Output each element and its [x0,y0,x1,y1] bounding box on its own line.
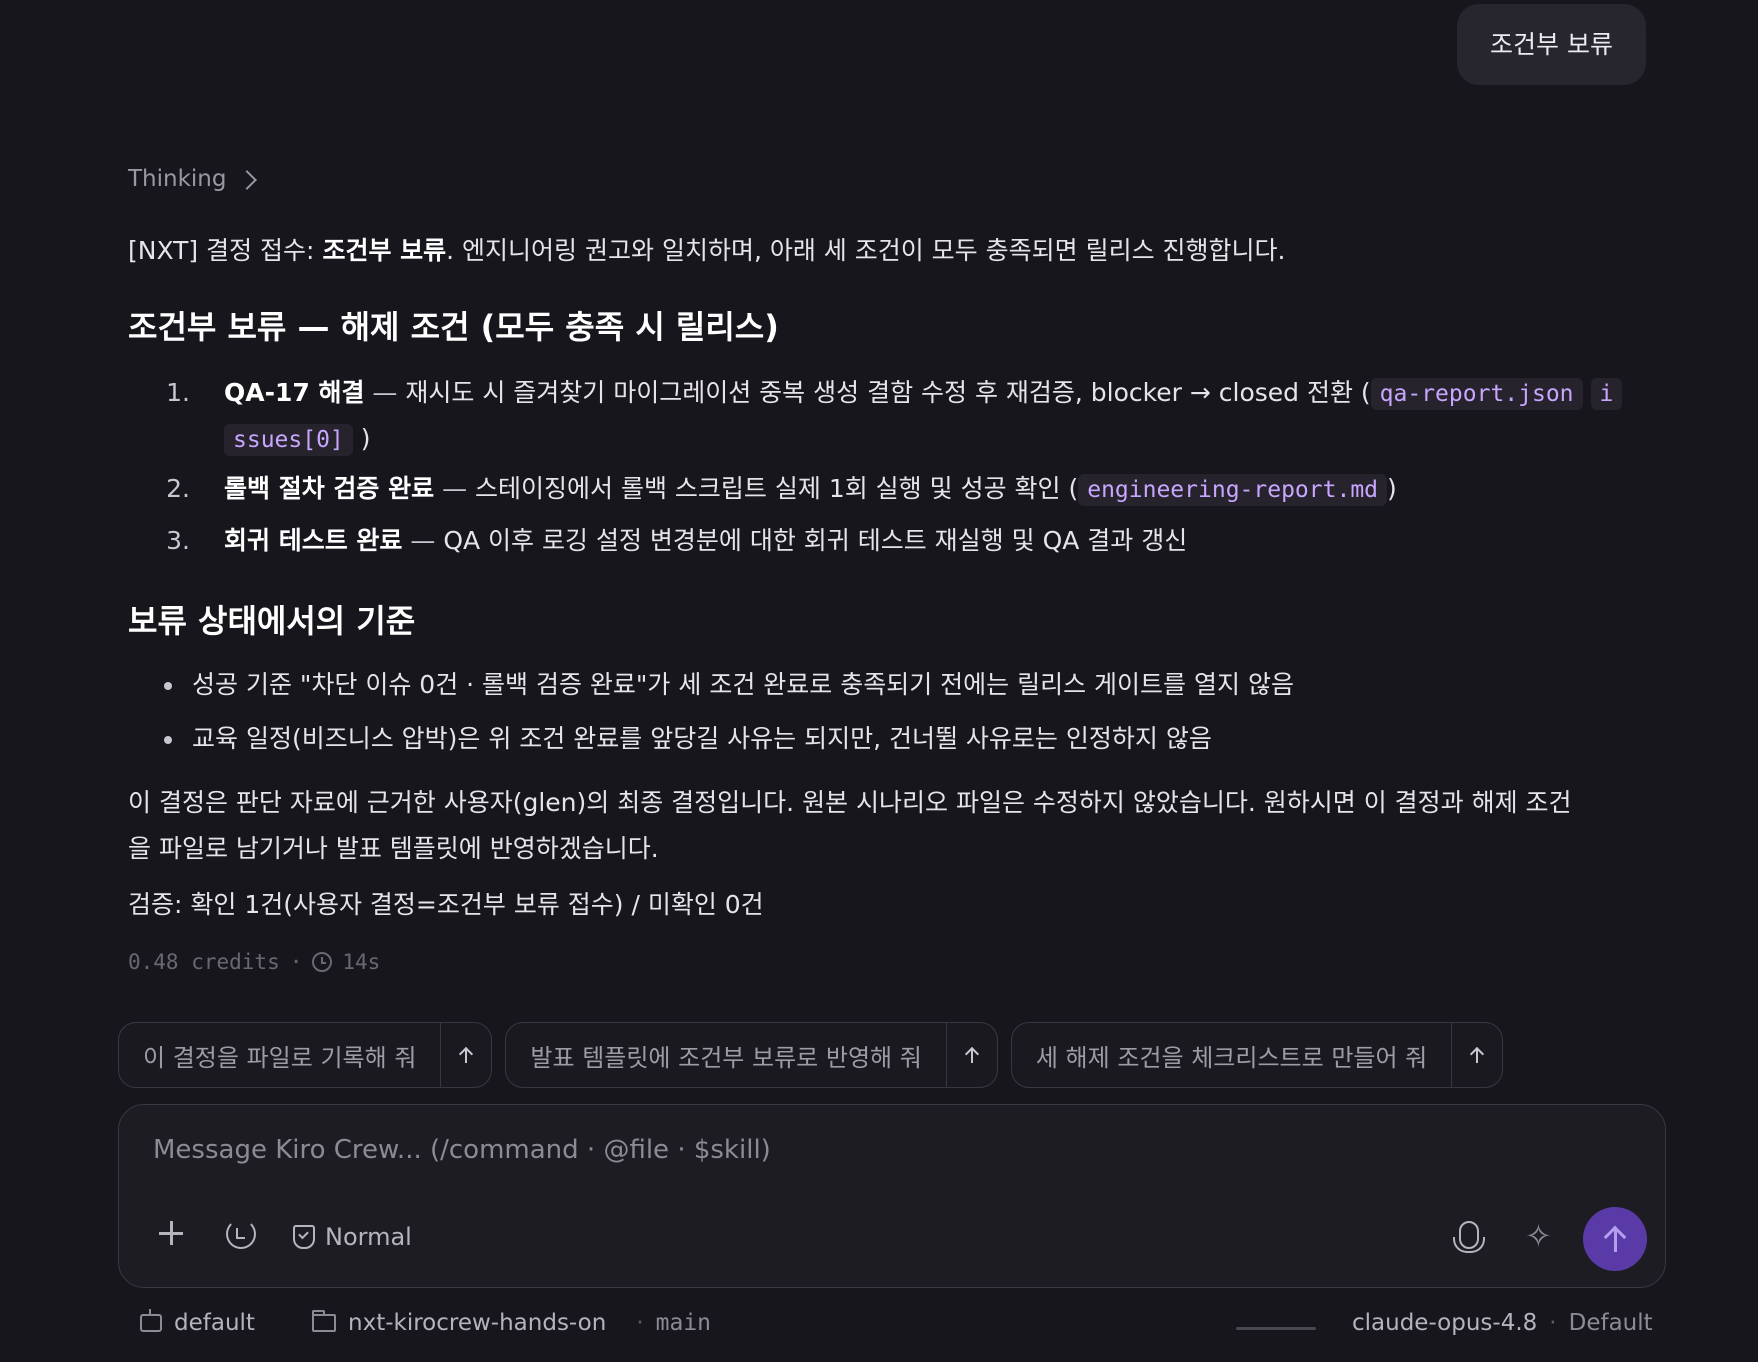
message-composer: Normal ✧ [118,1104,1666,1288]
bullet [164,736,172,744]
code-file-ref: qa-report.json [1370,378,1583,410]
condition-title: QA-17 해결 [224,378,365,407]
closing-line-2: 을 파일로 남기거나 발표 템플릿에 반영하겠습니다. [128,834,659,863]
user-message-bubble: 조건부 보류 [1457,4,1646,85]
add-attachment-button[interactable] [157,1219,185,1247]
agent-name: default [174,1310,255,1336]
suggestion-label[interactable]: 발표 템플릿에 조건부 보류로 반영해 줘 [506,1023,945,1087]
separator: · [636,1310,644,1336]
code-field-ref-part1: i [1590,378,1623,410]
list-number: 1. [166,378,190,407]
thinking-toggle[interactable]: Thinking [128,166,258,192]
close-paren: ) [1387,474,1397,503]
model-name: claude-opus-4.8 [1352,1310,1538,1336]
suggestion-label[interactable]: 이 결정을 파일로 기록해 줘 [119,1023,440,1087]
credits-used: 0.48 credits [128,950,280,974]
model-mode: Default [1568,1310,1653,1336]
code-file-ref: engineering-report.md [1078,474,1388,506]
criteria-text: 교육 일정(비즈니스 압박)은 위 조건 완료를 앞당길 사유는 되지만, 건너… [192,724,1212,753]
code-field-ref-part2: ssues[0] [224,424,353,456]
dash: — [364,378,406,407]
section-heading-hold-criteria: 보류 상태에서의 기준 [128,602,416,640]
clock-icon [312,952,333,972]
suggestion-chips: 이 결정을 파일로 기록해 줘 발표 템플릿에 조건부 보류로 반영해 줘 세 … [118,1022,1504,1088]
bullet [164,682,172,690]
model-selector[interactable]: claude-opus-4.8 · Default [1352,1310,1653,1336]
list-item-text-cont: ssues[0] ) [224,416,1684,463]
condition-text: 재시도 시 즐겨찾기 마이그레이션 중복 생성 결함 수정 후 재검증, blo… [405,378,1371,407]
workspace-folder[interactable]: nxt-kirocrew-hands-on · main [312,1310,711,1336]
list-number: 2. [166,474,190,503]
suggestion-send-button[interactable] [945,1023,997,1087]
microphone-icon-base [1453,1237,1485,1253]
message-meta: 0.48 credits · 14s [128,950,380,974]
condition-title: 회귀 테스트 완료 [224,526,403,555]
mode-selector[interactable]: Normal [293,1223,412,1251]
context-usage-bar [1236,1327,1316,1330]
suggestion-label[interactable]: 세 해제 조건을 체크리스트로 만들어 줘 [1012,1023,1451,1087]
list-item-text: QA-17 해결 — 재시도 시 즐겨찾기 마이그레이션 중복 생성 결함 수정… [224,370,1684,417]
git-branch: main [655,1310,712,1336]
list-item-text: 롤백 절차 검증 완료 — 스테이징에서 롤백 스크립트 실제 1회 실행 및 … [224,466,1684,513]
shield-icon [293,1225,315,1249]
intro-bold: 조건부 보류 [322,236,447,265]
suggestion-chip[interactable]: 이 결정을 파일로 기록해 줘 [118,1022,493,1088]
status-bar: default nxt-kirocrew-hands-on · main cla… [0,1309,1758,1346]
intro-paragraph: [NXT] 결정 접수: 조건부 보류. 엔지니어링 권고와 일치하며, 아래 … [128,232,1285,270]
condition-title: 롤백 절차 검증 완료 [224,474,435,503]
dash: — [402,526,444,555]
history-icon-hand [236,1228,245,1239]
intro-suffix: . 엔지니어링 권고와 일치하며, 아래 세 조건이 모두 충족되면 릴리스 진… [446,236,1286,265]
arrow-up-icon [1605,1226,1625,1252]
condition-text: QA 이후 로깅 설정 변경분에 대한 회귀 테스트 재실행 및 QA 결과 갱… [443,526,1188,555]
arrow-up-icon [965,1047,979,1063]
closing-paragraph: 이 결정은 판단 자료에 근거한 사용자(glen)의 최종 결정입니다. 원본… [128,780,1648,872]
arrow-up-icon [1470,1047,1484,1063]
history-icon[interactable] [226,1219,256,1249]
thinking-label: Thinking [128,166,227,192]
folder-icon [312,1310,336,1332]
meta-separator: · [289,950,303,974]
message-input[interactable] [151,1127,1455,1173]
dash: — [434,474,476,503]
arrow-up-icon [459,1047,473,1063]
verification-line: 검증: 확인 1건(사용자 결정=조건부 보류 접수) / 미확인 0건 [128,890,764,919]
agent-selector[interactable]: default [140,1309,255,1336]
closing-line-1: 이 결정은 판단 자료에 근거한 사용자(glen)의 최종 결정입니다. 원본… [128,788,1572,817]
suggestion-chip[interactable]: 발표 템플릿에 조건부 보류로 반영해 줘 [505,1022,998,1088]
mode-label: Normal [325,1223,412,1251]
close-paren: ) [360,424,371,453]
separator: · [1549,1310,1557,1336]
list-item-text: 회귀 테스트 완료 — QA 이후 로깅 설정 변경분에 대한 회귀 테스트 재… [224,518,1684,564]
list-number: 3. [166,526,190,555]
sparkle-icon[interactable]: ✧ [1525,1217,1552,1255]
chevron-right-icon [237,169,258,190]
suggestion-chip[interactable]: 세 해제 조건을 체크리스트로 만들어 줘 [1010,1022,1504,1088]
response-duration: 14s [342,950,381,974]
criteria-text: 성공 기준 "차단 이슈 0건 · 롤백 검증 완료"가 세 조건 완료로 충족… [192,670,1294,699]
suggestion-send-button[interactable] [1451,1023,1502,1087]
send-button[interactable] [1583,1207,1647,1271]
folder-name: nxt-kirocrew-hands-on [348,1310,607,1336]
intro-prefix: [NXT] 결정 접수: [128,236,323,265]
suggestion-send-button[interactable] [440,1023,491,1087]
bot-icon [140,1309,162,1332]
section-heading-release-conditions: 조건부 보류 — 해제 조건 (모두 충족 시 릴리스) [128,308,779,346]
condition-text: 스테이징에서 롤백 스크립트 실제 1회 실행 및 성공 확인 ( [475,474,1079,503]
